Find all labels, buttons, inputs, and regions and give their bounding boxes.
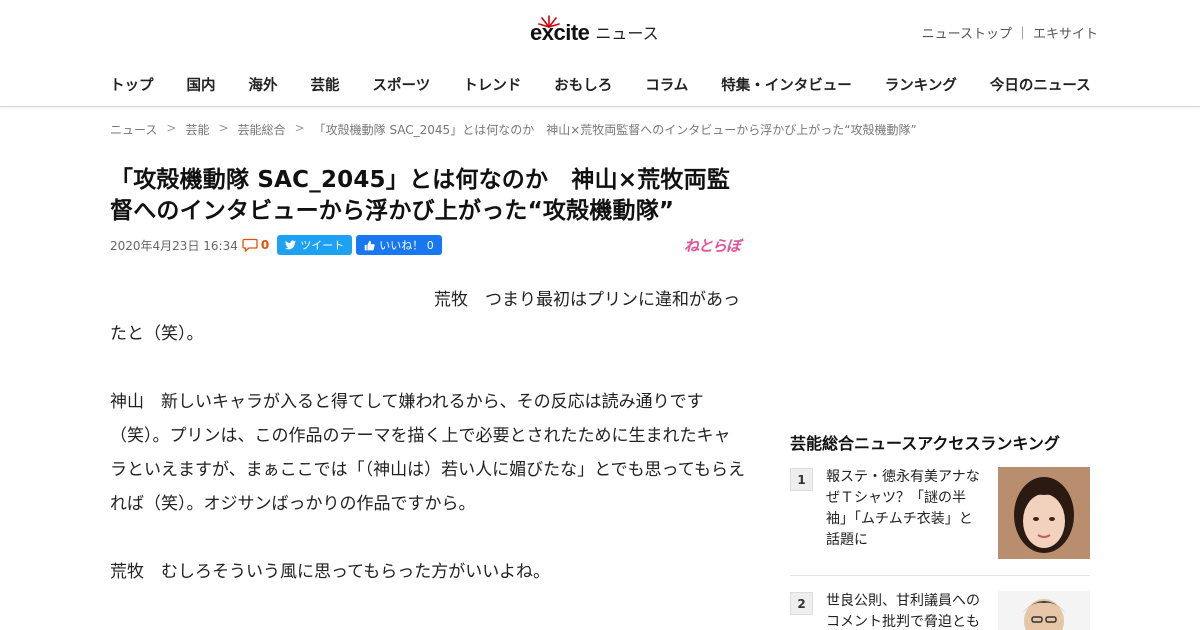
article-paragraph: 荒牧 つまり最初はプリンに違和があったと（笑）。 bbox=[110, 290, 740, 344]
nav-item-features[interactable]: 特集・インタビュー bbox=[721, 74, 852, 95]
ranking-headline[interactable]: 世良公則、甘利議員へのコメント批判で脅迫とも bbox=[826, 591, 986, 630]
person-photo-icon bbox=[998, 467, 1090, 559]
main-nav: トップ 国内 海外 芸能 スポーツ トレンド おもしろ コラム 特集・インタビュ… bbox=[110, 74, 1124, 95]
nav-item-ranking[interactable]: ランキング bbox=[885, 74, 957, 95]
thumbs-up-icon bbox=[364, 240, 375, 250]
nav-item-overseas[interactable]: 海外 bbox=[249, 74, 278, 95]
nav-item-funny[interactable]: おもしろ bbox=[554, 74, 612, 95]
nav-item-today[interactable]: 今日のニュース bbox=[990, 74, 1091, 95]
breadcrumb-current: 「攻殻機動隊 SAC_2045」とは何なのか 神山×荒牧両監督へのインタビューか… bbox=[313, 123, 917, 137]
ranking-thumbnail[interactable] bbox=[998, 467, 1090, 559]
article-title: 「攻殻機動隊 SAC_2045」とは何なのか 神山×荒牧両監督へのインタビューか… bbox=[110, 167, 731, 224]
news-logo-sub: ニュース bbox=[595, 24, 659, 43]
article-paragraph: 荒牧 むしろそういう風に思ってもらった方がいいよね。 bbox=[110, 562, 550, 582]
nav-item-trend[interactable]: トレンド bbox=[463, 74, 521, 95]
nav-item-domestic[interactable]: 国内 bbox=[187, 74, 216, 95]
nav-item-top[interactable]: トップ bbox=[110, 74, 154, 95]
breadcrumb-separator: > bbox=[218, 121, 229, 135]
excite-link[interactable]: エキサイト bbox=[1033, 23, 1098, 42]
person-photo-icon bbox=[998, 591, 1090, 630]
ranking-thumbnail[interactable] bbox=[998, 591, 1090, 630]
excite-news-logo[interactable]: excite ニュース bbox=[530, 14, 659, 44]
article-meta: 2020年4月23日 16:34 0 ツイート いいね！ 0 bbox=[110, 235, 442, 255]
rank-number: 1 bbox=[790, 468, 813, 491]
breadcrumb-entertainment[interactable]: 芸能 bbox=[185, 121, 209, 138]
site-header: excite ニュース ニューストップ ｜ エキサイト トップ 国内 海外 芸能… bbox=[0, 0, 1200, 107]
article-date: 2020年4月23日 16:34 bbox=[110, 238, 238, 253]
facebook-like-button[interactable]: いいね！ 0 bbox=[356, 235, 442, 255]
tweet-label: ツイート bbox=[300, 239, 345, 252]
excite-logo: excite bbox=[530, 15, 590, 44]
toplinks-separator: ｜ bbox=[1015, 27, 1029, 42]
twitter-bird-icon bbox=[285, 240, 297, 250]
breadcrumb-separator: > bbox=[294, 121, 305, 135]
nav-item-entertainment[interactable]: 芸能 bbox=[311, 74, 340, 95]
like-label: いいね！ 0 bbox=[379, 239, 434, 252]
rank-number: 2 bbox=[790, 592, 813, 615]
nav-item-column[interactable]: コラム bbox=[645, 74, 688, 95]
breadcrumb: ニュース > 芸能 > 芸能総合 > 「攻殻機動隊 SAC_2045」とは何なの… bbox=[110, 121, 917, 138]
ranking-headline[interactable]: 報ステ・徳永有美アナなぜＴシャツ？「謎の半袖」「ムチムチ衣装」と話題に bbox=[826, 467, 986, 551]
news-top-link[interactable]: ニューストップ bbox=[922, 23, 1012, 42]
breadcrumb-separator: > bbox=[166, 121, 177, 135]
nav-item-sports[interactable]: スポーツ bbox=[373, 74, 431, 95]
logo-burst-icon bbox=[538, 15, 560, 28]
article-body: 荒牧 つまり最初はプリンに違和があったと（笑）。 神山 新しいキャラが入ると得て… bbox=[110, 283, 745, 623]
comment-icon[interactable] bbox=[242, 238, 258, 252]
ranking-heading: 芸能総合ニュースアクセスランキング bbox=[790, 434, 1060, 453]
top-links: ニューストップ ｜ エキサイト bbox=[922, 23, 1098, 42]
article-paragraph: 神山 新しいキャラが入ると得てして嫌われるから、その反応は読み通りです（笑）。プ… bbox=[110, 392, 745, 514]
ranking-divider bbox=[790, 575, 1090, 576]
comment-count[interactable]: 0 bbox=[261, 238, 269, 252]
breadcrumb-news[interactable]: ニュース bbox=[110, 121, 157, 138]
tweet-button[interactable]: ツイート bbox=[277, 235, 353, 255]
breadcrumb-entertainment-general[interactable]: 芸能総合 bbox=[238, 121, 286, 138]
nlab-source-logo[interactable]: ねとらぼ bbox=[684, 235, 741, 256]
